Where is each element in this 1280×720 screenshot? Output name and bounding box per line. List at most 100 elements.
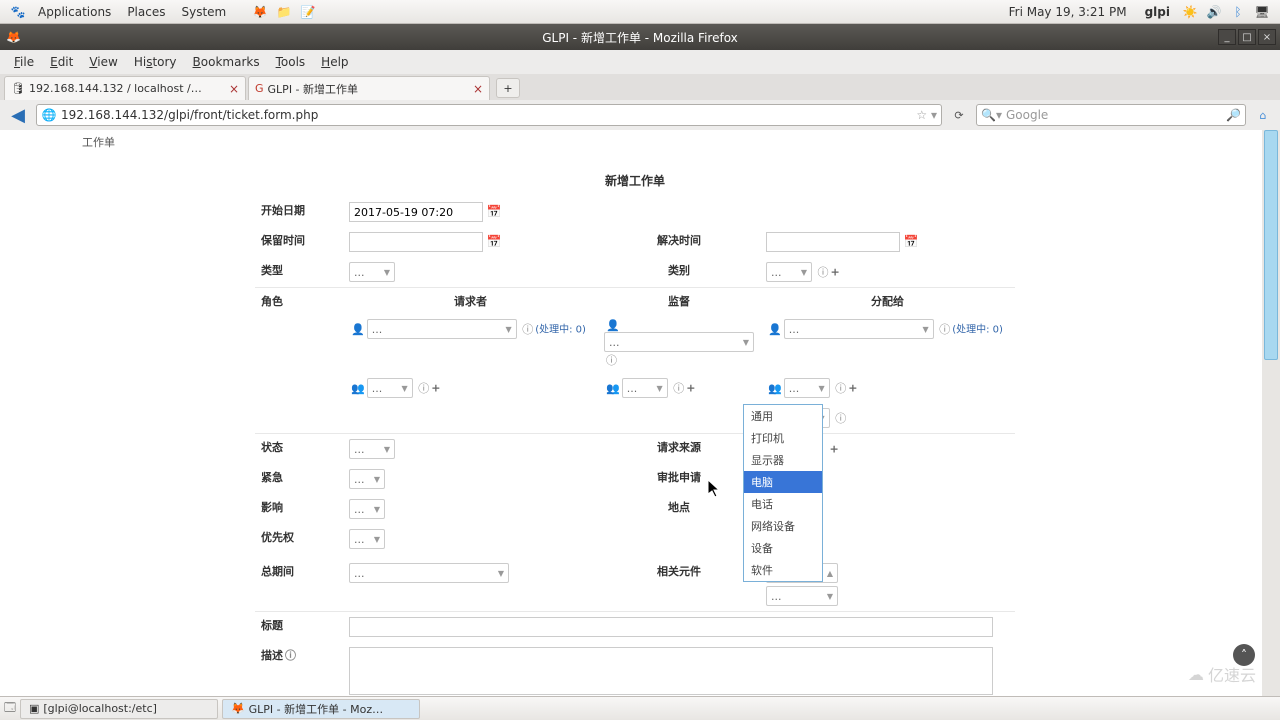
menu-edit[interactable]: Edit bbox=[42, 55, 81, 69]
subject-input[interactable] bbox=[349, 617, 993, 637]
user-menu[interactable]: glpi bbox=[1145, 5, 1170, 19]
refresh-button[interactable]: ⟳ bbox=[948, 104, 970, 126]
show-desktop-icon[interactable]: 🗔 bbox=[4, 699, 16, 718]
brightness-icon[interactable]: ☀️ bbox=[1181, 3, 1199, 21]
gnome-foot-icon: 🐾 bbox=[9, 3, 27, 21]
info-icon[interactable]: ⓘ bbox=[835, 382, 846, 395]
related-type-dropdown[interactable]: 通用 打印机 显示器 电脑 电话 网络设备 设备 软件 bbox=[743, 404, 823, 582]
info-icon[interactable]: ⓘ bbox=[673, 382, 684, 395]
dropdown-option[interactable]: 通用 bbox=[744, 405, 822, 427]
cloud-icon: ☁ bbox=[1188, 665, 1204, 684]
tab-close-icon[interactable]: × bbox=[229, 82, 239, 96]
network-icon[interactable]: 🖥 bbox=[1253, 3, 1271, 21]
group-icon: 👥 bbox=[768, 382, 782, 395]
requester-group-select[interactable]: ...▼ bbox=[367, 378, 413, 398]
calendar-icon[interactable]: 📅 bbox=[487, 205, 502, 219]
tab-label: GLPI - 新增工作单 bbox=[268, 81, 359, 97]
bookmark-star-icon[interactable]: ☆ ▾ bbox=[916, 108, 937, 122]
menu-file[interactable]: File bbox=[6, 55, 42, 69]
impact-select[interactable]: ...▼ bbox=[349, 499, 385, 519]
calendar-icon[interactable]: 📅 bbox=[487, 235, 502, 249]
label-type: 类型 bbox=[255, 257, 343, 288]
menu-history[interactable]: History bbox=[126, 55, 185, 69]
dropdown-option[interactable]: 网络设备 bbox=[744, 515, 822, 537]
assigned-user-select[interactable]: ...▼ bbox=[784, 319, 934, 339]
watcher-group-select[interactable]: ...▼ bbox=[622, 378, 668, 398]
tab-phpmyadmin[interactable]: 🛢 192.168.144.132 / localhost /… × bbox=[4, 76, 246, 100]
add-button[interactable]: + bbox=[830, 443, 839, 456]
firefox-toolbar: ◀ 🌐 192.168.144.132/glpi/front/ticket.fo… bbox=[0, 100, 1280, 130]
task-terminal[interactable]: ▣[glpi@localhost:/etc] bbox=[20, 699, 218, 719]
dropdown-option[interactable]: 设备 bbox=[744, 537, 822, 559]
dropdown-option-selected[interactable]: 电脑 bbox=[744, 471, 822, 493]
maximize-button[interactable]: □ bbox=[1238, 29, 1256, 45]
clock[interactable]: Fri May 19, 3:21 PM bbox=[1009, 5, 1127, 19]
system-menu[interactable]: System bbox=[173, 5, 234, 19]
dropdown-option[interactable]: 电话 bbox=[744, 493, 822, 515]
tab-glpi[interactable]: G GLPI - 新增工作单 × bbox=[248, 76, 490, 100]
search-bar[interactable]: 🔍▾ Google 🔎 bbox=[976, 104, 1246, 126]
priority-select[interactable]: ...▼ bbox=[349, 529, 385, 549]
firefox-tabstrip: 🛢 192.168.144.132 / localhost /… × G GLP… bbox=[0, 74, 1280, 100]
add-button[interactable]: + bbox=[848, 382, 857, 395]
calendar-icon[interactable]: 📅 bbox=[904, 235, 919, 249]
tab-close-icon[interactable]: × bbox=[473, 82, 483, 96]
requester-user-select[interactable]: ...▼ bbox=[367, 319, 517, 339]
scroll-top-button[interactable]: ˄ bbox=[1233, 644, 1255, 666]
firefox-launcher-icon[interactable]: 🦊 bbox=[251, 3, 269, 21]
breadcrumb-tab[interactable]: 工作单 bbox=[70, 130, 1200, 150]
description-textarea[interactable] bbox=[349, 647, 993, 695]
label-priority: 优先权 bbox=[255, 524, 343, 558]
info-icon[interactable]: ⓘ bbox=[606, 354, 617, 367]
text-editor-icon[interactable]: 📝 bbox=[299, 3, 317, 21]
menu-help[interactable]: Help bbox=[313, 55, 356, 69]
info-icon[interactable]: ⓘ bbox=[285, 649, 296, 662]
task-firefox[interactable]: 🦊GLPI - 新增工作单 - Moz… bbox=[222, 699, 420, 719]
url-bar[interactable]: 🌐 192.168.144.132/glpi/front/ticket.form… bbox=[36, 104, 942, 126]
add-category-button[interactable]: + bbox=[831, 266, 840, 279]
menu-bookmarks[interactable]: Bookmarks bbox=[185, 55, 268, 69]
gnome-bottom-panel: 🗔 ▣[glpi@localhost:/etc] 🦊GLPI - 新增工作单 -… bbox=[0, 696, 1280, 720]
related-item-select[interactable]: ...▼ bbox=[766, 586, 838, 606]
url-text: 192.168.144.132/glpi/front/ticket.form.p… bbox=[61, 108, 318, 122]
dropdown-option[interactable]: 软件 bbox=[744, 559, 822, 581]
info-icon[interactable]: ⓘ bbox=[835, 412, 846, 425]
file-manager-icon[interactable]: 📁 bbox=[275, 3, 293, 21]
info-icon[interactable]: ⓘ bbox=[818, 266, 829, 279]
places-menu[interactable]: Places bbox=[119, 5, 173, 19]
assigned-group-select[interactable]: ...▼ bbox=[784, 378, 830, 398]
label-approval: 审批申请 bbox=[598, 464, 760, 494]
search-go-icon[interactable]: 🔎 bbox=[1226, 108, 1241, 122]
volume-icon[interactable]: 🔊 bbox=[1205, 3, 1223, 21]
minimize-button[interactable]: _ bbox=[1218, 29, 1236, 45]
vertical-scrollbar[interactable] bbox=[1262, 130, 1280, 696]
home-button[interactable]: ⌂ bbox=[1252, 109, 1274, 122]
dropdown-option[interactable]: 打印机 bbox=[744, 427, 822, 449]
window-titlebar: 🦊 GLPI - 新增工作单 - Mozilla Firefox _ □ × bbox=[0, 24, 1280, 50]
urgency-select[interactable]: ...▼ bbox=[349, 469, 385, 489]
dropdown-option[interactable]: 显示器 bbox=[744, 449, 822, 471]
info-icon[interactable]: ⓘ bbox=[418, 382, 429, 395]
bluetooth-icon[interactable]: ᛒ bbox=[1229, 3, 1247, 21]
info-icon[interactable]: ⓘ bbox=[522, 323, 533, 336]
hold-time-input[interactable] bbox=[349, 232, 483, 252]
watcher-user-select[interactable]: ...▼ bbox=[604, 332, 754, 352]
menu-view[interactable]: View bbox=[81, 55, 125, 69]
status-select[interactable]: ...▼ bbox=[349, 439, 395, 459]
applications-menu[interactable]: Applications bbox=[30, 5, 119, 19]
scrollbar-thumb[interactable] bbox=[1264, 130, 1278, 360]
user-icon: 👤 bbox=[606, 319, 620, 332]
add-button[interactable]: + bbox=[431, 382, 440, 395]
add-button[interactable]: + bbox=[686, 382, 695, 395]
close-button[interactable]: × bbox=[1258, 29, 1276, 45]
total-time-select[interactable]: ...▼ bbox=[349, 563, 509, 583]
menu-tools[interactable]: Tools bbox=[268, 55, 314, 69]
new-tab-button[interactable]: + bbox=[496, 78, 520, 98]
firefox-icon: 🦊 bbox=[6, 30, 21, 44]
info-icon[interactable]: ⓘ bbox=[939, 323, 950, 336]
resolve-time-input[interactable] bbox=[766, 232, 900, 252]
category-select[interactable]: ...▼ bbox=[766, 262, 812, 282]
back-button[interactable]: ◀ bbox=[6, 103, 30, 127]
start-date-input[interactable] bbox=[349, 202, 483, 222]
type-select[interactable]: ...▼ bbox=[349, 262, 395, 282]
